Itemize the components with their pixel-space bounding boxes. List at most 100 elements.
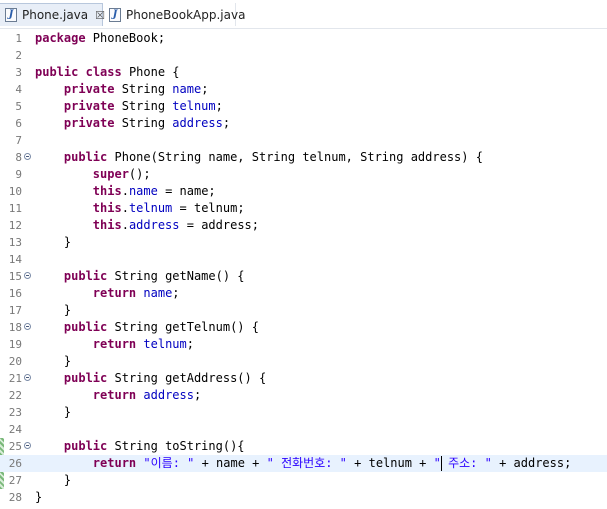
code-line[interactable]: 20 } xyxy=(0,353,607,370)
code-editor[interactable]: 1 package PhoneBook; 2 3 public class Phone … xyxy=(0,29,607,509)
code-text: public String getName() { xyxy=(35,268,245,285)
code-text: return telnum; xyxy=(35,336,194,353)
code-line[interactable]: 28} xyxy=(0,489,607,506)
keyword-token: public xyxy=(35,65,79,79)
code-text: return "이름: " + name + " 전화번호: " + telnu… xyxy=(35,455,572,472)
code-line[interactable]: 5 private String telnum; xyxy=(0,98,607,115)
keyword-token: super xyxy=(92,167,129,181)
code-line[interactable]: 3 public class Phone { xyxy=(0,64,607,81)
code-line[interactable]: 23 } xyxy=(0,404,607,421)
code-token: . xyxy=(121,218,129,232)
code-line[interactable]: 16 return name; xyxy=(0,285,607,302)
fold-collapse-icon[interactable] xyxy=(24,153,31,160)
code-line[interactable]: 19 return telnum; xyxy=(0,336,607,353)
code-token: String getTelnum() { xyxy=(107,320,259,334)
fold-collapse-icon[interactable] xyxy=(24,442,31,449)
code-token: ; xyxy=(172,286,180,300)
code-line[interactable]: 9 super(); xyxy=(0,166,607,183)
code-text: return name; xyxy=(35,285,180,302)
line-number: 12 xyxy=(8,219,22,232)
field-token: name xyxy=(172,82,202,96)
code-line[interactable]: 8 public Phone(String name, String telnu… xyxy=(0,149,607,166)
code-token: + address; xyxy=(491,456,572,470)
code-token: = address; xyxy=(179,218,259,232)
code-line[interactable]: 24 xyxy=(0,421,607,438)
code-line[interactable]: 15 public String getName() { xyxy=(0,268,607,285)
code-token: + telnum + xyxy=(346,456,434,470)
field-token: name xyxy=(128,184,158,198)
tab-phonebookapp-java[interactable]: J PhoneBookApp.java xyxy=(104,3,245,26)
fold-collapse-icon[interactable] xyxy=(24,374,31,381)
field-token: telnum xyxy=(128,201,173,215)
code-line[interactable]: 12 this.address = address; xyxy=(0,217,607,234)
code-line[interactable]: 22 return address; xyxy=(0,387,607,404)
code-line[interactable]: 1 package PhoneBook; xyxy=(0,30,607,47)
code-line[interactable]: 11 this.telnum = telnum; xyxy=(0,200,607,217)
code-text: super(); xyxy=(35,166,151,183)
line-number: 16 xyxy=(8,287,22,300)
code-line[interactable]: 14 xyxy=(0,251,607,268)
code-line[interactable]: 2 xyxy=(0,47,607,64)
keyword-token: private xyxy=(63,82,115,96)
keyword-token: this xyxy=(92,184,122,198)
code-text: private String telnum; xyxy=(35,98,223,115)
code-text: this.name = name; xyxy=(35,183,216,200)
line-number: 4 xyxy=(15,83,22,96)
string-token: " 전화번호: " xyxy=(266,456,347,470)
java-file-icon: J xyxy=(109,7,121,22)
line-number: 5 xyxy=(15,100,22,113)
code-token: String xyxy=(114,99,173,113)
tab-phone-java[interactable]: J Phone.java ☒ xyxy=(0,3,105,26)
code-token: = name; xyxy=(157,184,216,198)
code-token: String toString(){ xyxy=(107,439,245,453)
fold-collapse-icon[interactable] xyxy=(24,323,31,330)
code-line[interactable]: 13 } xyxy=(0,234,607,251)
code-token: . xyxy=(121,201,129,215)
code-text: } xyxy=(35,489,42,506)
code-line[interactable]: 7 xyxy=(0,132,607,149)
string-token: "이름: " xyxy=(143,456,195,470)
code-line[interactable]: 26 return "이름: " + name + " 전화번호: " + te… xyxy=(0,455,607,472)
code-token: Phone { xyxy=(121,65,180,79)
code-line[interactable]: 17 } xyxy=(0,302,607,319)
field-token: telnum xyxy=(143,337,187,351)
keyword-token: return xyxy=(92,286,137,300)
field-token: address xyxy=(128,218,180,232)
fold-collapse-icon[interactable] xyxy=(24,272,31,279)
code-token: } xyxy=(35,490,43,504)
code-line[interactable]: 25 public String toString(){ xyxy=(0,438,607,455)
keyword-token: return xyxy=(92,388,137,402)
text-cursor xyxy=(441,456,442,471)
code-line[interactable]: 6 private String address; xyxy=(0,115,607,132)
string-token: " 주소: " xyxy=(433,456,492,470)
keyword-token: public xyxy=(63,269,108,283)
code-line[interactable]: 18 public String getTelnum() { xyxy=(0,319,607,336)
code-text: public String toString(){ xyxy=(35,438,245,455)
code-token: String xyxy=(114,116,173,130)
keyword-token: public xyxy=(63,320,108,334)
line-number: 14 xyxy=(8,253,22,266)
line-number: 24 xyxy=(8,423,22,436)
code-line[interactable]: 21 public String getAddress() { xyxy=(0,370,607,387)
editor-tab-bar: J Phone.java ☒ J PhoneBookApp.java xyxy=(0,0,607,29)
line-number: 22 xyxy=(8,389,22,402)
code-line[interactable]: 4 private String name; xyxy=(0,81,607,98)
code-line[interactable]: 27 } xyxy=(0,472,607,489)
code-text: this.telnum = telnum; xyxy=(35,200,245,217)
code-token: String getAddress() { xyxy=(107,371,267,385)
line-number: 23 xyxy=(8,406,22,419)
code-line[interactable]: 10 this.name = name; xyxy=(0,183,607,200)
code-text: } xyxy=(35,353,71,370)
line-number: 18 xyxy=(8,321,22,334)
code-token: ; xyxy=(215,99,223,113)
